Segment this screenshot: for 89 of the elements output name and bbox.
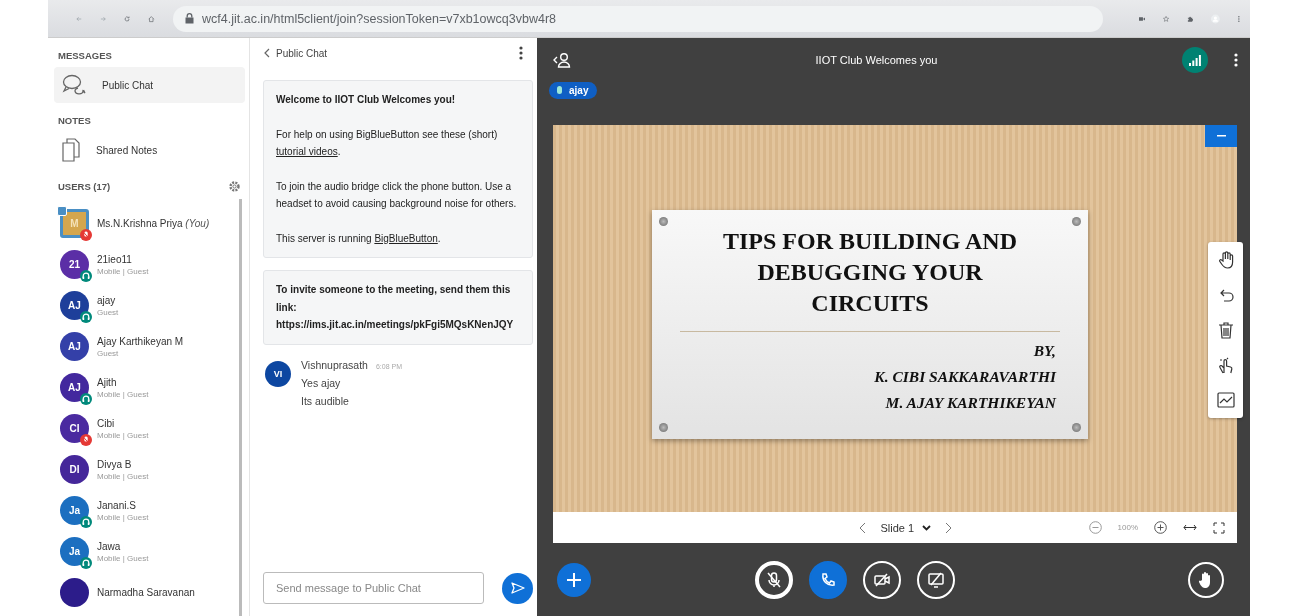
address-bar[interactable]: wcf4.jit.ac.in/html5client/join?sessionToken=v7xb1owcq3vbw4r8 <box>173 5 1103 32</box>
minus-icon <box>1216 135 1226 137</box>
message-input[interactable]: Send message to Public Chat <box>263 572 485 604</box>
user-role: Guest <box>97 348 120 358</box>
user-avatar: AJ <box>60 332 89 361</box>
moderator-icon <box>57 206 67 216</box>
section-heading: NOTES <box>58 115 91 126</box>
next-slide-icon[interactable] <box>945 521 953 534</box>
user-name[interactable]: Ajay Karthikeyan M <box>97 335 184 347</box>
chat-bubbles-icon <box>62 74 86 96</box>
user-list-toggle-icon[interactable] <box>553 52 571 68</box>
link[interactable]: BigBlueButton <box>374 232 438 244</box>
send-icon <box>510 582 525 594</box>
document-icon <box>62 138 80 162</box>
user-role: Mobile | Guest <box>97 553 149 563</box>
chart-icon[interactable] <box>1215 390 1236 410</box>
add-actions-button[interactable] <box>557 562 591 597</box>
screw-icon <box>1072 217 1081 226</box>
link[interactable]: tutorial videos <box>276 146 338 157</box>
screw-icon <box>659 217 668 226</box>
zoom-in-icon[interactable] <box>1154 521 1167 534</box>
signal-bars-icon <box>1189 54 1201 66</box>
slide-byline: BY, <box>1033 341 1056 361</box>
user-role: Mobile | Guest <box>97 430 149 440</box>
phone-button[interactable] <box>808 560 847 599</box>
user-avatar: 21 <box>60 250 89 279</box>
lock-icon <box>185 13 194 24</box>
raise-hand-button[interactable] <box>1188 561 1224 598</box>
sender-name: Vishnuprasath <box>301 358 368 371</box>
welcome-paragraph: To join the audio bridge click the phone button. Use a headset to avoid causing background noise for others. <box>276 179 518 211</box>
muted-microphone-button[interactable] <box>754 560 793 599</box>
user-role: Mobile | Guest <box>97 266 149 276</box>
section-heading: MESSAGES <box>58 50 112 61</box>
slide-title: TIPS FOR BUILDING AND DEBUGGING YOUR CIRCUITS <box>721 227 1018 318</box>
user-avatar: AJ <box>60 291 89 320</box>
previous-slide-icon[interactable] <box>859 521 867 534</box>
user-avatar: DI <box>60 455 89 484</box>
camera-off-button[interactable] <box>862 560 901 599</box>
user-role: Mobile | Guest <box>97 512 149 522</box>
user-name[interactable]: ajay <box>97 294 119 306</box>
user-name[interactable]: Ajith <box>97 376 149 388</box>
fullscreen-icon[interactable] <box>1213 521 1225 534</box>
screen-share-off-icon <box>926 570 945 589</box>
message-text: Its audible <box>301 394 350 407</box>
url-text: wcf4.jit.ac.in/html5client/join?sessionToken=v7xb1owcq3vbw4r8 <box>202 11 556 26</box>
invite-text: To invite someone to the meeting, send them this link: https://ims.jit.ac.in/meetings/pkFgi5MQsKNenJQY <box>276 283 515 332</box>
user-role: Guest <box>97 307 119 317</box>
send-button[interactable] <box>502 572 533 604</box>
user-name[interactable]: Divya B <box>97 458 149 470</box>
zoom-out-icon[interactable] <box>1088 521 1102 534</box>
screw-icon <box>659 423 668 432</box>
talking-indicator: ajay <box>549 82 598 99</box>
user-avatar: CI <box>60 414 89 443</box>
shared-notes-item[interactable]: Shared Notes <box>54 132 245 168</box>
screw-icon <box>1072 423 1081 432</box>
welcome-paragraph: This server is running BigBlueButton. <box>276 231 442 246</box>
user-avatar: Ja <box>60 537 89 566</box>
user-name[interactable]: Cibi <box>97 417 149 429</box>
user-name[interactable]: 21ieo11 <box>97 253 149 265</box>
welcome-paragraph: For help on using BigBlueButton see these (short) tutorial videos. <box>276 127 499 159</box>
more-options-icon[interactable] <box>1234 53 1238 67</box>
user-role: Mobile | Guest <box>97 389 149 399</box>
muted-microphone-icon <box>764 570 783 589</box>
author-name: K. CIBI SAKKARAVARTHI <box>874 367 1056 387</box>
slide-selector[interactable]: Slide 1 <box>880 521 932 534</box>
back-to-chats-button[interactable]: Public Chat <box>263 47 328 59</box>
welcome-heading: Welcome to IIOT Club Welcomes you! <box>276 93 457 107</box>
user-name[interactable]: Jawa <box>97 540 149 552</box>
user-name[interactable]: Ms.N.Krishna Priya (You) <box>97 218 210 229</box>
author-name: M. AJAY KARTHIKEYAN <box>885 393 1056 413</box>
screen-share-off-button[interactable] <box>916 560 955 599</box>
public-chat-item[interactable]: Public Chat <box>54 67 245 103</box>
fit-width-icon[interactable] <box>1183 524 1197 531</box>
meeting-title: IIOT Club Welcomes you <box>814 54 939 66</box>
user-avatar: Ja <box>60 496 89 525</box>
sender-avatar: VI <box>265 360 291 387</box>
user-role: Mobile | Guest <box>97 471 149 481</box>
plus-icon <box>566 571 582 588</box>
user-name[interactable]: Janani.S <box>97 499 149 511</box>
more-options-icon[interactable] <box>519 46 523 60</box>
zoom-level: 100% <box>1117 523 1138 532</box>
dropdown-caret-icon <box>922 524 932 531</box>
user-avatar: AJ <box>60 373 89 402</box>
settings-icon[interactable] <box>228 180 241 193</box>
chevron-left-icon <box>263 48 270 58</box>
user-name[interactable]: Narmadha Saravanan <box>97 587 195 598</box>
message-text: Yes ajay <box>301 376 342 389</box>
section-heading: USERS (17) <box>58 181 111 192</box>
connection-status-button[interactable] <box>1182 47 1208 73</box>
